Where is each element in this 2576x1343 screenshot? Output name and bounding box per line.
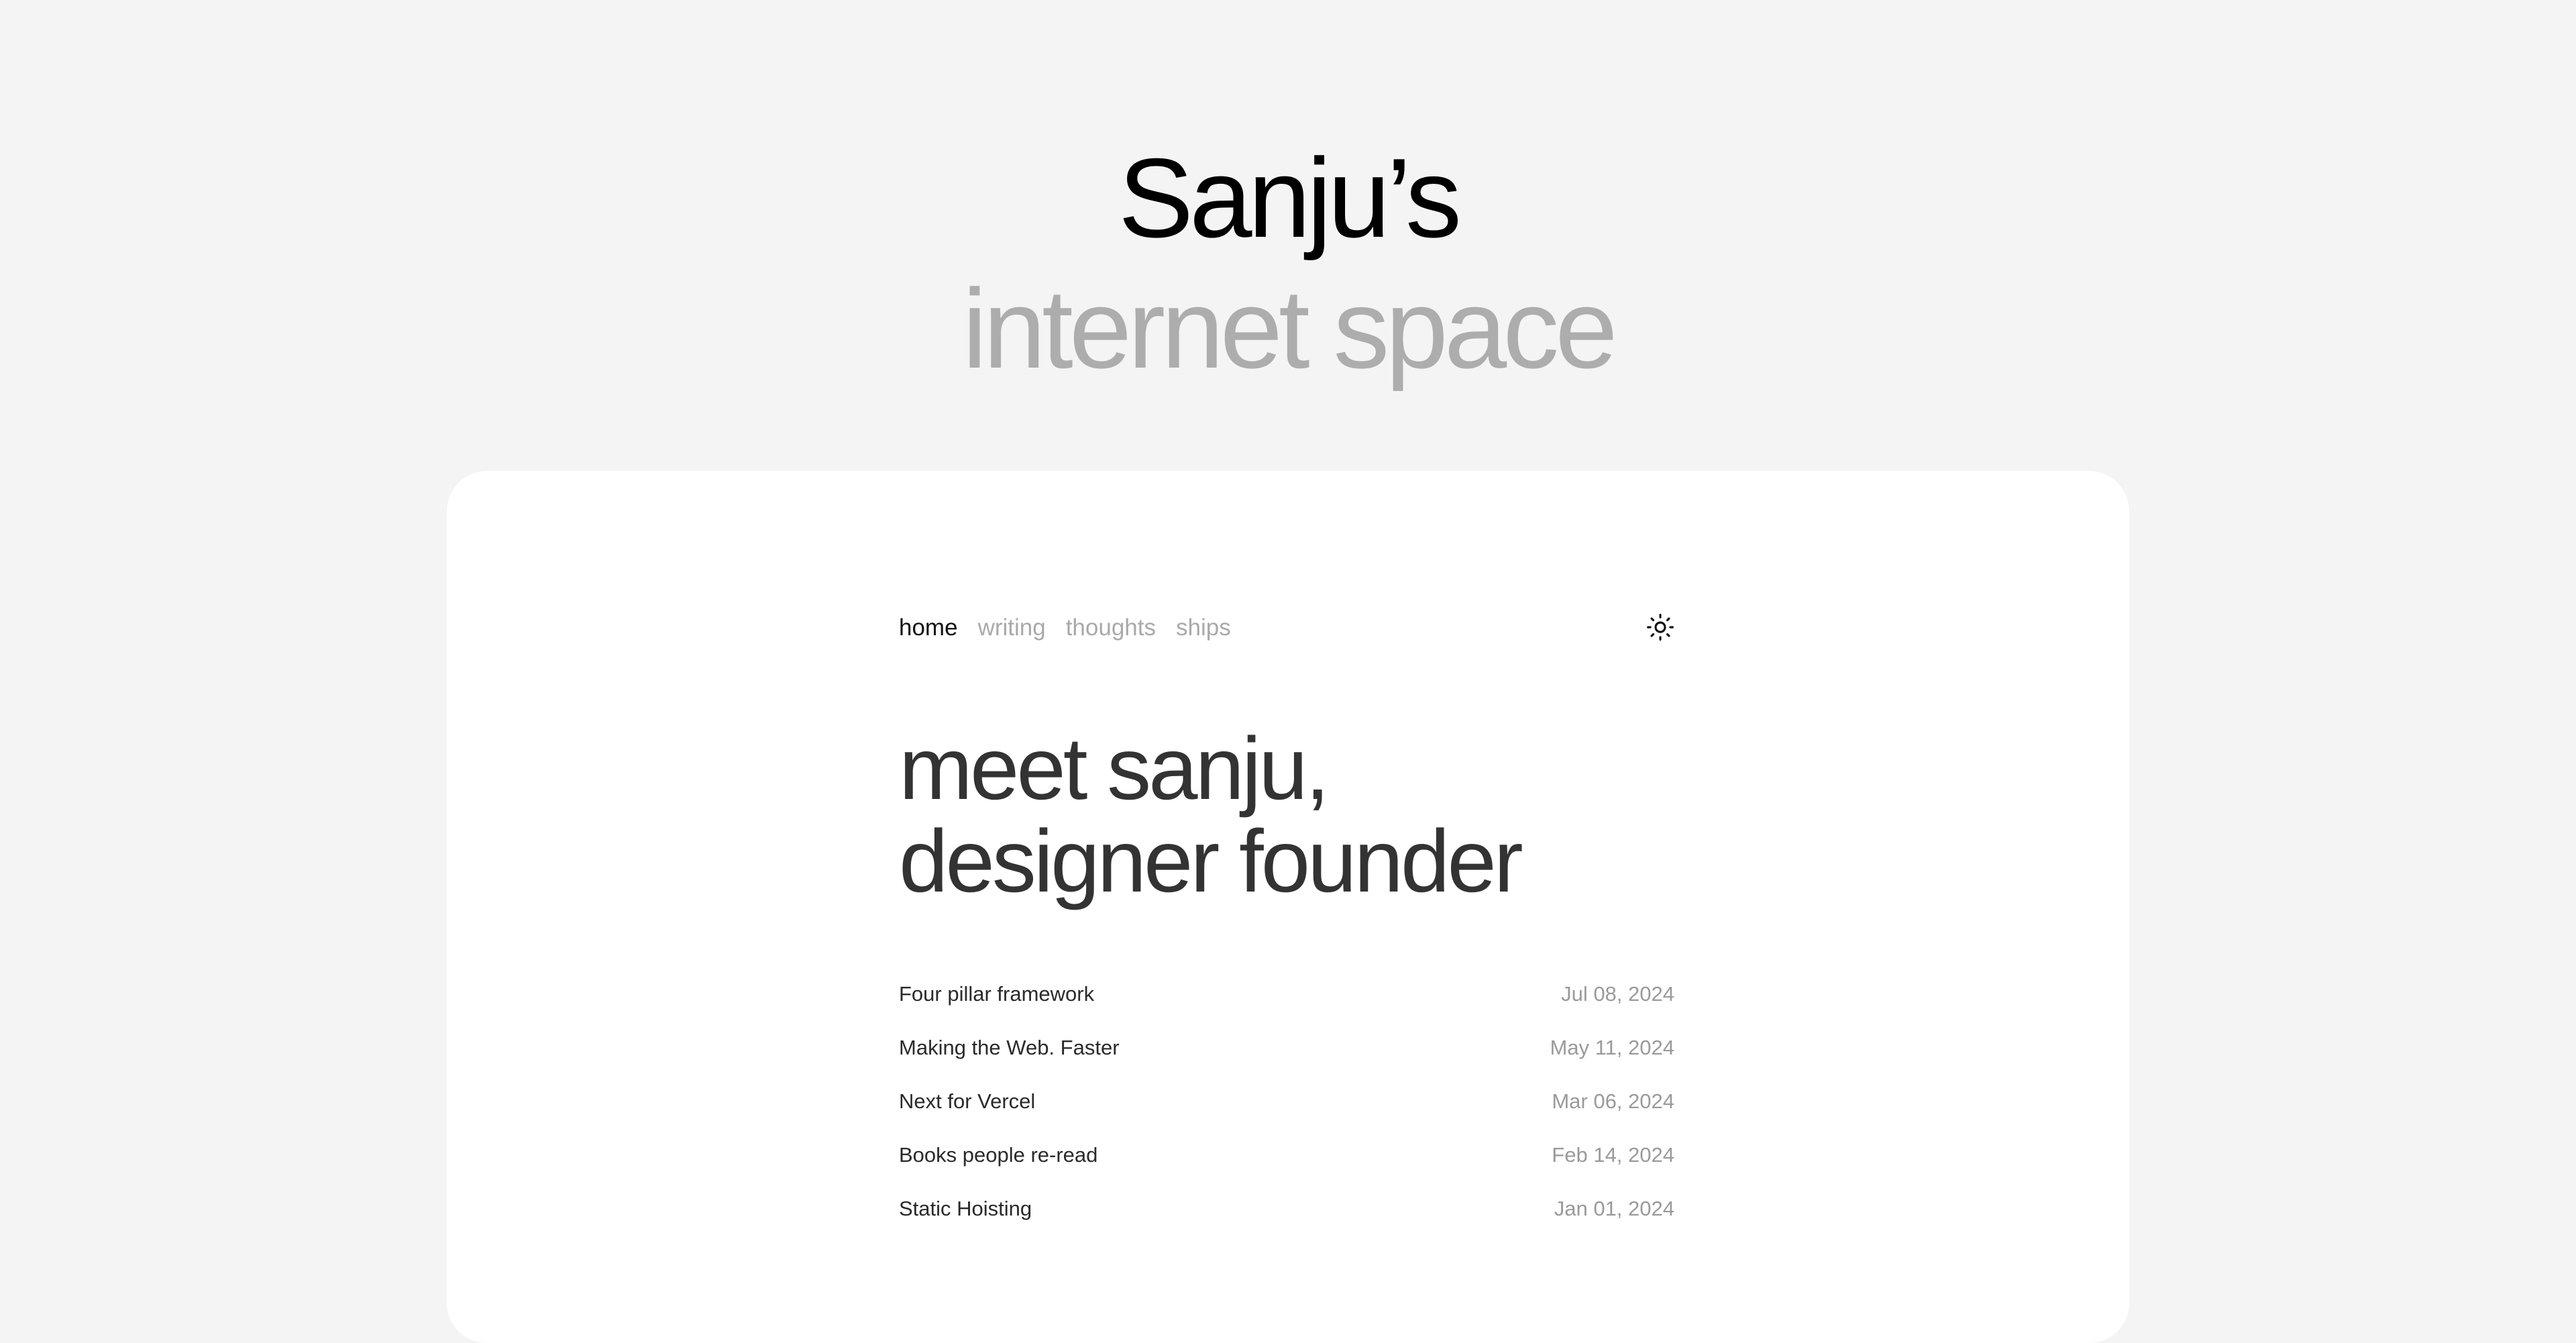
content-column: home writing thoughts ships meet sanju, … [899,471,1674,1288]
nav-item-thoughts[interactable]: thoughts [1066,614,1156,641]
post-date: Jan 01, 2024 [1554,1197,1674,1220]
post-date: May 11, 2024 [1550,1036,1674,1059]
content-card: home writing thoughts ships meet sanju, … [447,471,2129,1343]
post-row[interactable]: Static Hoisting Jan 01, 2024 [899,1182,1674,1236]
post-date: Feb 14, 2024 [1552,1143,1674,1167]
post-date: Mar 06, 2024 [1552,1089,1674,1113]
post-title[interactable]: Making the Web. Faster [899,1036,1120,1060]
post-row[interactable]: Books people re-read Feb 14, 2024 [899,1128,1674,1182]
page-headline: meet sanju, designer founder [899,722,1674,908]
post-title[interactable]: Static Hoisting [899,1197,1032,1221]
post-list: Four pillar framework Jul 08, 2024 Makin… [899,967,1674,1236]
post-title[interactable]: Four pillar framework [899,982,1094,1006]
sun-icon [1647,614,1674,641]
hero-subtitle: internet space [962,266,1617,392]
post-row[interactable]: Four pillar framework Jul 08, 2024 [899,967,1674,1021]
nav-item-writing[interactable]: writing [978,614,1046,641]
nav-item-home[interactable]: home [899,614,958,641]
post-title[interactable]: Books people re-read [899,1143,1097,1167]
headline-line-1: meet sanju, [899,719,1330,818]
theme-toggle-button[interactable] [1646,613,1674,641]
post-title[interactable]: Next for Vercel [899,1089,1035,1114]
main-nav: home writing thoughts ships [899,609,1231,647]
headline-line-2: designer founder [899,812,1523,910]
post-date: Jul 08, 2024 [1561,982,1674,1006]
nav-item-ships[interactable]: ships [1176,614,1231,641]
hero-title: Sanju’s [1118,135,1462,261]
post-row[interactable]: Making the Web. Faster May 11, 2024 [899,1021,1674,1075]
post-row[interactable]: Next for Vercel Mar 06, 2024 [899,1075,1674,1128]
